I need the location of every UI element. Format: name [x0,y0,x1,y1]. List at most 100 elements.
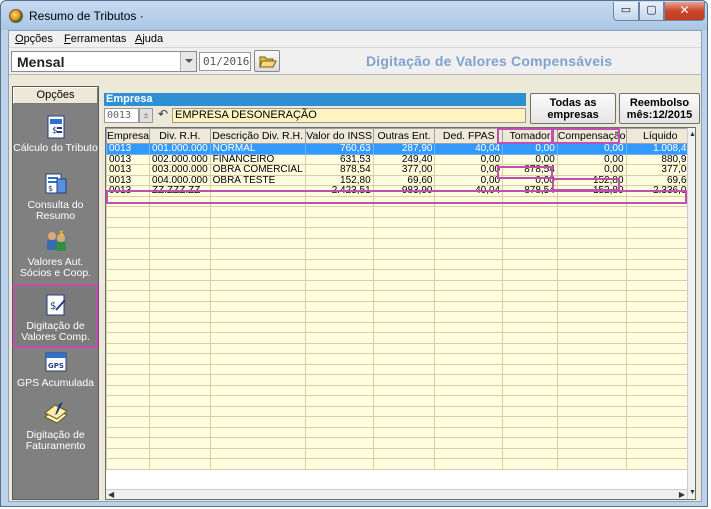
cell-liquido[interactable] [625,206,695,218]
cell-div-rh[interactable] [149,195,211,207]
period-date-input[interactable]: 01/2016 [199,52,251,71]
cell-ded-fpas[interactable] [434,363,504,375]
cell-liquido[interactable] [625,363,695,375]
cell-outras-ent[interactable]: 69,60 [372,174,436,186]
cell-compensacao[interactable]: 0,00 [556,153,627,165]
cell-compensacao[interactable] [556,458,627,470]
table-empty-row[interactable] [106,363,695,375]
cell-compensacao[interactable] [556,290,627,302]
cell-ded-fpas[interactable] [434,258,504,270]
cell-tomador[interactable] [502,405,558,417]
cell-liquido[interactable] [625,227,695,239]
cell-liquido[interactable] [625,269,695,281]
cell-ded-fpas[interactable] [434,290,504,302]
cell-descricao[interactable] [209,311,306,323]
cell-empresa[interactable] [106,300,151,312]
cell-valor-inss[interactable] [304,279,374,291]
cell-liquido[interactable] [625,395,695,407]
cell-descricao[interactable] [209,416,306,428]
cell-tomador[interactable]: 0,00 [502,174,558,186]
cell-valor-inss[interactable] [304,290,374,302]
cell-ded-fpas[interactable] [434,426,504,438]
values-grid[interactable]: Empresa Div. R.H. Descrição Div. R.H. Va… [105,127,696,500]
table-empty-row[interactable] [106,311,695,323]
col-header-compensacao[interactable]: Compensação [556,128,627,144]
cell-liquido[interactable] [625,321,695,333]
scroll-up-icon[interactable]: ▲ [688,130,695,139]
maximize-button[interactable]: ▢ [639,2,664,21]
cell-div-rh[interactable] [149,237,211,249]
cell-compensacao[interactable] [556,216,627,228]
cell-ded-fpas[interactable] [434,405,504,417]
cell-empresa[interactable] [106,384,151,396]
cell-tomador[interactable]: 0,00 [502,153,558,165]
cell-tomador[interactable] [502,290,558,302]
cell-descricao[interactable] [209,279,306,291]
cell-valor-inss[interactable] [304,332,374,344]
cell-ded-fpas[interactable] [434,216,504,228]
cell-compensacao[interactable] [556,258,627,270]
cell-liquido[interactable] [625,237,695,249]
cell-compensacao[interactable] [556,269,627,281]
cell-descricao[interactable]: NORMAL [209,143,306,155]
close-button[interactable]: ✕ [664,2,705,21]
cell-descricao[interactable] [209,185,306,197]
cell-div-rh[interactable] [149,227,211,239]
cell-div-rh[interactable] [149,269,211,281]
cell-valor-inss[interactable]: 152,80 [304,174,374,186]
cell-descricao[interactable] [209,447,306,459]
menu-ferramentas[interactable]: Ferramentas [64,33,126,45]
cell-ded-fpas[interactable] [434,353,504,365]
cell-valor-inss[interactable] [304,458,374,470]
cell-ded-fpas[interactable] [434,195,504,207]
vertical-scrollbar[interactable]: ▲ ▼ [687,128,695,499]
cell-compensacao[interactable] [556,321,627,333]
table-empty-row[interactable] [106,405,695,417]
cell-tomador[interactable] [502,311,558,323]
table-empty-row[interactable] [106,248,695,260]
cell-tomador[interactable] [502,332,558,344]
cell-liquido[interactable] [625,195,695,207]
table-empty-row[interactable] [106,437,695,449]
cell-liquido[interactable] [625,353,695,365]
cell-outras-ent[interactable]: 249,40 [372,153,436,165]
cell-outras-ent[interactable] [372,363,436,375]
cell-compensacao[interactable] [556,332,627,344]
cell-tomador[interactable] [502,321,558,333]
table-empty-row[interactable] [106,332,695,344]
cell-descricao[interactable] [209,269,306,281]
cell-tomador[interactable] [502,216,558,228]
cell-valor-inss[interactable]: 760,63 [304,143,374,155]
cell-valor-inss[interactable] [304,405,374,417]
cell-descricao[interactable] [209,321,306,333]
cell-div-rh[interactable] [149,321,211,333]
cell-outras-ent[interactable] [372,279,436,291]
cell-valor-inss[interactable] [304,237,374,249]
cell-descricao[interactable] [209,395,306,407]
cell-div-rh[interactable]: 002.000.000 [149,153,211,165]
cell-outras-ent[interactable] [372,405,436,417]
cell-outras-ent[interactable] [372,416,436,428]
cell-outras-ent[interactable] [372,342,436,354]
cell-empresa[interactable]: 0013 [106,164,151,176]
cell-liquido[interactable]: 1.008,49 [625,143,695,155]
cell-descricao[interactable] [209,384,306,396]
cell-valor-inss[interactable] [304,321,374,333]
cell-valor-inss[interactable] [304,227,374,239]
cell-compensacao[interactable] [556,311,627,323]
table-row[interactable]: 0013 003.000.000 OBRA COMERCIAL 878,54 377,0… [106,164,695,176]
sidebar-item-faturamento[interactable]: Digitação de Faturamento [13,401,98,452]
cell-descricao[interactable] [209,363,306,375]
cell-outras-ent[interactable] [372,227,436,239]
cell-empresa[interactable] [106,405,151,417]
cell-compensacao[interactable] [556,342,627,354]
cell-empresa[interactable] [106,237,151,249]
cell-descricao[interactable] [209,206,306,218]
cell-tomador[interactable] [502,237,558,249]
table-empty-row[interactable] [106,416,695,428]
cell-valor-inss[interactable]: 2.423,51 [304,185,374,197]
cell-tomador[interactable] [502,195,558,207]
cell-valor-inss[interactable] [304,311,374,323]
cell-compensacao[interactable] [556,447,627,459]
cell-outras-ent[interactable] [372,248,436,260]
